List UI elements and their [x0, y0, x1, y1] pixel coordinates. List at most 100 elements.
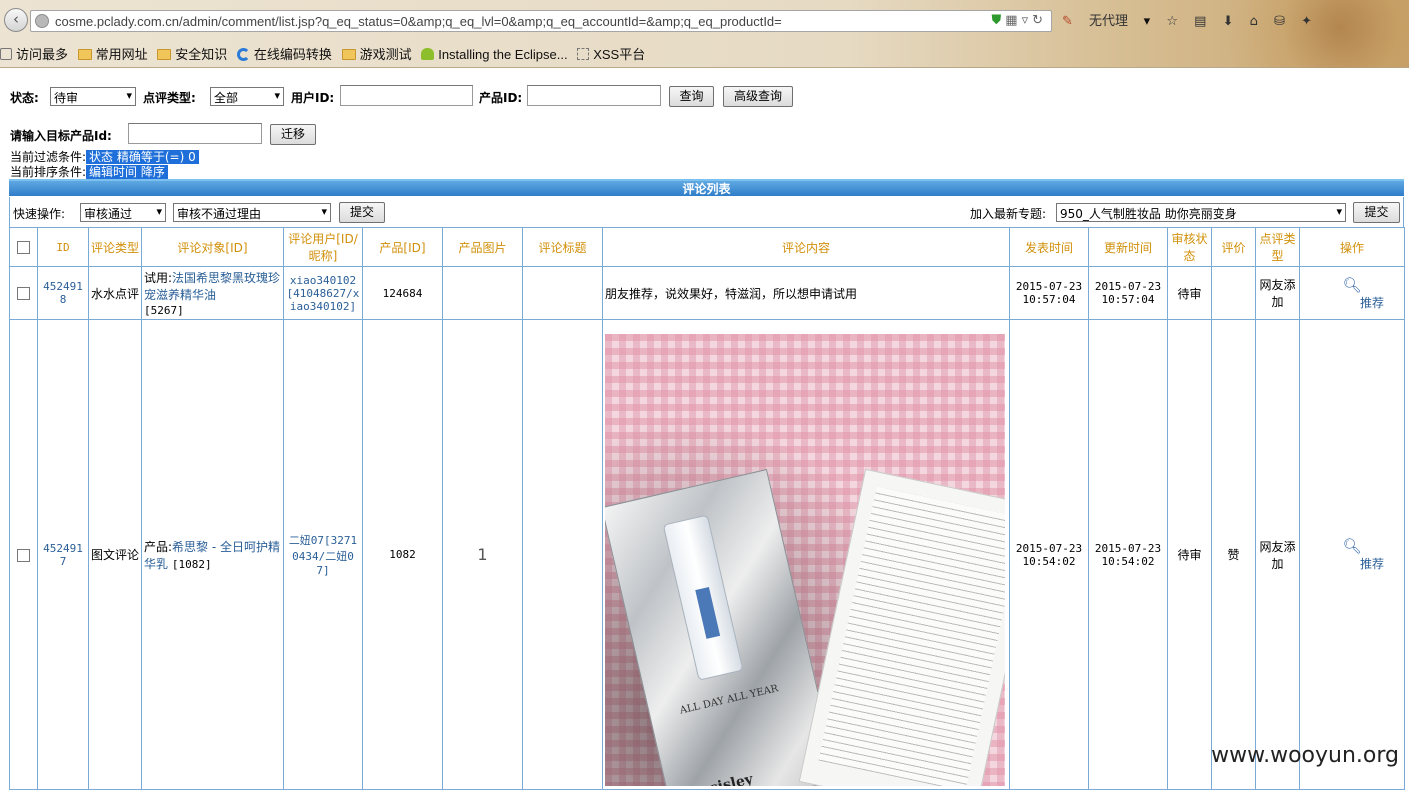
current-sort-value: 编辑时间 降序	[86, 165, 168, 179]
col-actions: 操作	[1299, 227, 1405, 267]
row-published: 2015-07-23 10:57:04	[1009, 266, 1089, 320]
folder-icon	[341, 49, 356, 60]
home-icon[interactable]: ⌂	[1250, 14, 1258, 29]
addon-icon[interactable]: ✎	[1062, 14, 1073, 29]
bookmark-game-test[interactable]: 游戏测试	[341, 44, 412, 63]
toolbar-right: ✎ 无代理 ▾ ☆ ▤ ⬇ ⌂ ⛁ ✦	[1062, 10, 1324, 32]
search-button[interactable]: 查询	[669, 86, 714, 107]
topic-label: 加入最新专题:	[970, 207, 1047, 221]
quick-op-select[interactable]: 审核通过	[80, 203, 166, 222]
review-photo[interactable]: ALL DAY ALL YEAR sisley	[605, 334, 1005, 786]
col-title[interactable]: 评论标题	[522, 227, 603, 267]
android-icon	[421, 48, 435, 60]
qr-icon[interactable]: ▦	[1005, 13, 1021, 28]
bookmark-common-sites[interactable]: 常用网址	[77, 44, 148, 63]
col-updated[interactable]: 更新时间	[1088, 227, 1168, 267]
col-rating[interactable]: 评价	[1211, 227, 1256, 267]
download-icon[interactable]: ⬇	[1223, 14, 1234, 29]
advanced-search-button[interactable]: 高级查询	[723, 86, 793, 107]
row-user[interactable]: xiao340102[41048627/xiao340102]	[283, 266, 363, 320]
target-id: [5267]	[144, 304, 184, 317]
list-title: 评论列表	[9, 179, 1404, 196]
target-product-input[interactable]	[128, 123, 262, 144]
target-product-label: 请输入目标产品Id:	[10, 129, 112, 143]
bookmark-most-visited[interactable]: 访问最多	[0, 44, 68, 63]
reject-reason-select[interactable]: 审核不通过理由	[173, 203, 331, 222]
row-actions: 🔍︎ 推荐	[1299, 319, 1405, 790]
folder-icon	[77, 49, 92, 60]
recommend-link[interactable]: 推荐	[1360, 296, 1384, 310]
reload-icon[interactable]: ↻	[1032, 13, 1047, 28]
back-button[interactable]: ‹	[4, 8, 28, 32]
col-user[interactable]: 评论用户[ID/昵称]	[283, 227, 363, 267]
bookmark-encoder[interactable]: 在线编码转换	[236, 44, 332, 63]
shield-icon[interactable]: ⛊	[992, 13, 1006, 28]
extension-icon[interactable]: ✦	[1301, 14, 1312, 29]
row-content: 朋友推荐，说效果好，特滋润，所以想申请试用	[602, 266, 1010, 320]
col-product[interactable]: 产品[ID]	[362, 227, 443, 267]
table-row: 4524918 水水点评 试用:法国希思黎黑玫瑰珍宠滋养精华油 [5267] xi…	[9, 266, 1405, 320]
select-all-checkbox[interactable]	[17, 241, 30, 254]
row-rating: 赞	[1211, 319, 1256, 790]
row-select-cell	[9, 266, 38, 320]
bookmark-xss[interactable]: XSS平台	[577, 44, 645, 63]
table-row: 4524917 图文评论 产品:希思黎 - 全日呵护精华乳 [1082] 二妞0…	[9, 319, 1405, 790]
sachet-brand: sisley	[708, 771, 755, 786]
proxy-menu[interactable]: 无代理 ▾	[1089, 10, 1150, 29]
table-header: ID 评论类型 评论对象[ID] 评论用户[ID/昵称] 产品[ID] 产品图片…	[9, 227, 1405, 267]
current-filter-label: 当前过滤条件:	[10, 150, 87, 164]
magnifier-icon[interactable]: 🔍︎	[1342, 537, 1361, 555]
row-user[interactable]: 二妞07[32710434/二妞07]	[283, 319, 363, 790]
product-id-input[interactable]	[527, 85, 661, 106]
product-id-label: 产品ID:	[479, 91, 523, 105]
migrate-button[interactable]: 迁移	[270, 124, 316, 145]
vial-liquid	[695, 587, 721, 639]
quick-op-label: 快速操作:	[13, 207, 66, 221]
comment-table: ID 评论类型 评论对象[ID] 评论用户[ID/昵称] 产品[ID] 产品图片…	[9, 227, 1405, 790]
topic-select[interactable]: 950_人气制胜妆品 助你亮丽变身	[1056, 203, 1346, 222]
bookmark-eclipse[interactable]: Installing the Eclipse...	[421, 47, 568, 62]
col-published[interactable]: 发表时间	[1009, 227, 1089, 267]
review-type-select[interactable]: 全部	[210, 87, 284, 106]
dropdown-icon[interactable]: ▿	[1022, 13, 1033, 28]
row-target: 试用:法国希思黎黑玫瑰珍宠滋养精华油 [5267]	[141, 266, 284, 320]
row-updated: 2015-07-23 10:57:04	[1088, 266, 1168, 320]
urlbar-buttons: ⛊▦▿↻	[992, 13, 1048, 28]
sample-vial	[662, 514, 744, 681]
target-prefix: 试用:	[144, 271, 173, 285]
quick-submit-button[interactable]: 提交	[339, 202, 385, 223]
reader-icon[interactable]: ▤	[1194, 14, 1206, 29]
address-bar[interactable]: cosme.pclady.com.cn/admin/comment/list.j…	[30, 10, 1052, 32]
select-all-cell	[9, 227, 38, 267]
col-target[interactable]: 评论对象[ID]	[141, 227, 284, 267]
bookmarks-bar: 访问最多 常用网址 安全知识 在线编码转换 游戏测试 Installing th…	[0, 44, 651, 66]
sync-icon[interactable]: ⛁	[1274, 14, 1285, 29]
star-icon[interactable]: ☆	[1166, 14, 1178, 29]
row-select-cell	[9, 319, 38, 790]
row-actions: 🔍︎ 推荐	[1299, 266, 1405, 320]
col-status[interactable]: 审核状态	[1167, 227, 1212, 267]
row-status: 待审	[1167, 266, 1212, 320]
row-id[interactable]: 4524918	[37, 266, 89, 320]
col-review-type[interactable]: 点评类型	[1255, 227, 1300, 267]
user-id-input[interactable]	[340, 85, 473, 106]
url-text: cosme.pclady.com.cn/admin/comment/list.j…	[55, 14, 782, 29]
col-type[interactable]: 评论类型	[88, 227, 142, 267]
row-image[interactable]: 1	[442, 319, 523, 790]
topic-submit-button[interactable]: 提交	[1353, 202, 1400, 223]
row-id[interactable]: 4524917	[37, 319, 89, 790]
row-content: ALL DAY ALL YEAR sisley	[602, 319, 1010, 790]
recommend-link[interactable]: 推荐	[1360, 557, 1384, 571]
bookmark-security[interactable]: 安全知识	[157, 44, 227, 63]
magnifier-icon[interactable]: 🔍︎	[1342, 276, 1361, 294]
row-checkbox[interactable]	[17, 548, 30, 562]
folder-icon	[157, 49, 172, 60]
browser-chrome: ‹ cosme.pclady.com.cn/admin/comment/list…	[0, 0, 1409, 68]
row-checkbox[interactable]	[17, 287, 30, 300]
row-updated: 2015-07-23 10:54:02	[1088, 319, 1168, 790]
status-select[interactable]: 待审	[50, 87, 136, 106]
target-prefix: 产品:	[144, 539, 173, 554]
col-id[interactable]: ID	[37, 227, 89, 267]
status-label: 状态:	[10, 91, 39, 105]
review-type-label: 点评类型:	[143, 91, 196, 105]
